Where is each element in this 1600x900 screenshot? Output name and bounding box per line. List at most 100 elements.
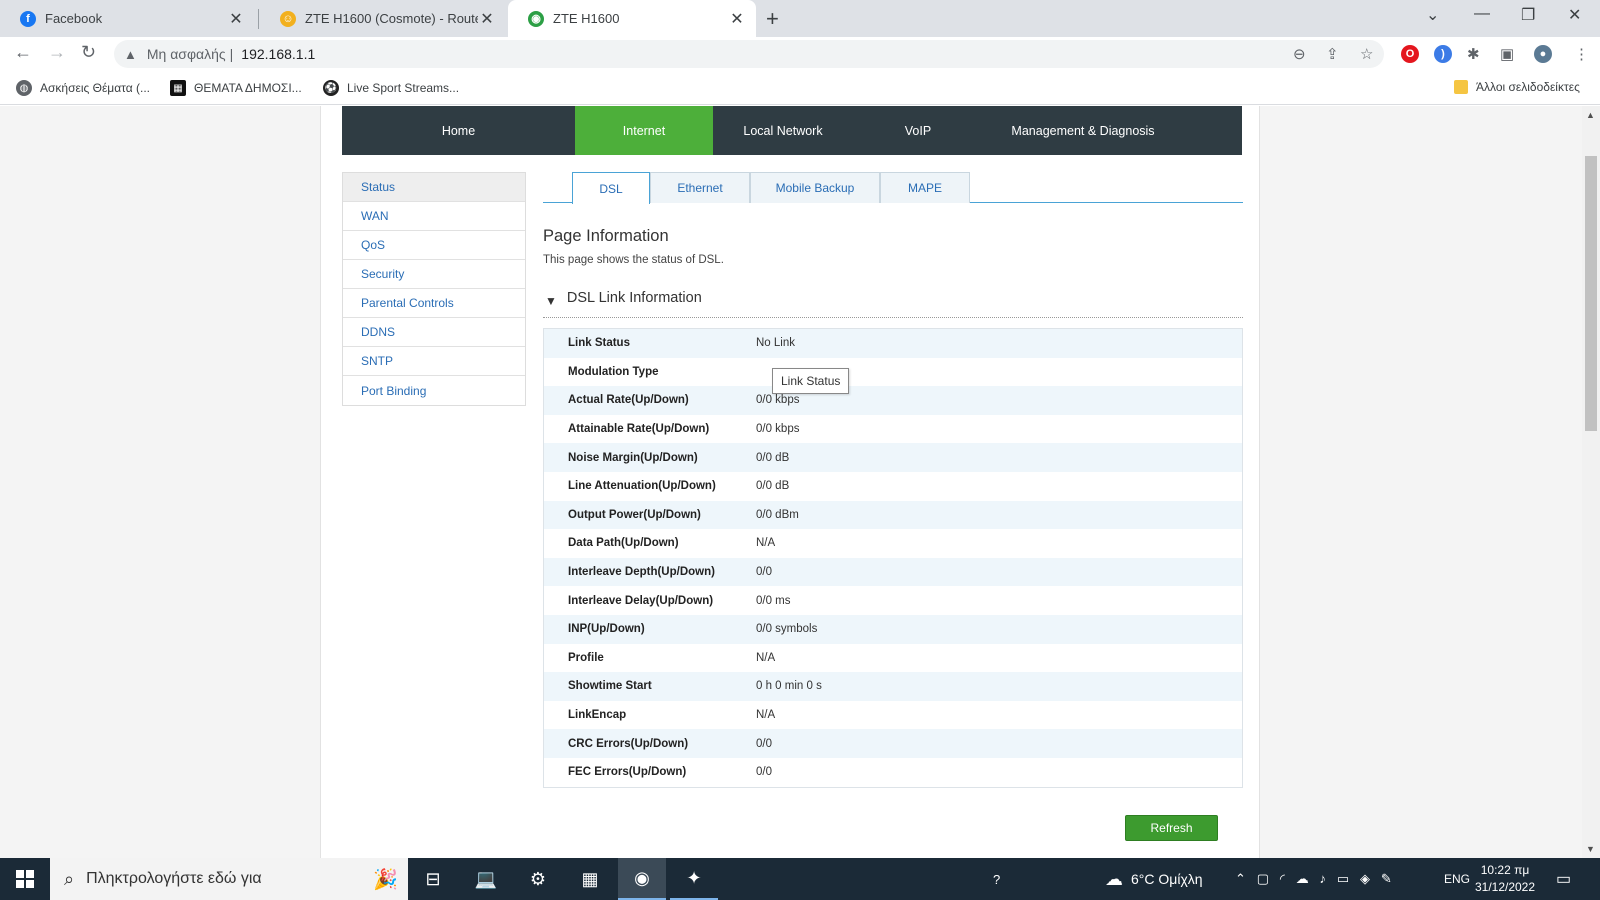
scroll-thumb[interactable] [1585, 156, 1597, 431]
tab-mobile-backup[interactable]: Mobile Backup [750, 172, 880, 203]
opera-extension-icon[interactable]: O [1401, 45, 1419, 63]
close-icon[interactable]: ✕ [478, 9, 496, 29]
windows-logo-icon [16, 870, 34, 888]
refresh-button[interactable]: Refresh [1125, 815, 1218, 841]
nav-voip[interactable]: VoIP [853, 106, 983, 155]
language-indicator[interactable]: ENG [1444, 858, 1470, 900]
laptop-app-icon[interactable]: 💻 [462, 858, 510, 900]
table-row: Attainable Rate(Up/Down) 0/0 kbps [544, 415, 1242, 444]
bookmark-item[interactable]: ◍ Ασκήσεις Θέματα (... [16, 80, 150, 96]
page-viewport: Home Internet Local Network VoIP Managem… [0, 106, 1582, 858]
tab-dsl[interactable]: DSL [572, 172, 650, 204]
search-icon: ⌕ [64, 868, 75, 889]
task-view-icon[interactable]: ⊟ [409, 858, 457, 900]
row-label: Noise Margin(Up/Down) [568, 451, 698, 464]
weather-widget[interactable]: ☁ 6°C Ομίχλη [1105, 858, 1203, 900]
scroll-up-icon[interactable]: ▲ [1586, 110, 1595, 120]
tab-separator [258, 9, 259, 29]
close-icon[interactable]: ✕ [728, 9, 746, 29]
extensions-puzzle-icon[interactable]: ✱ [1467, 45, 1480, 63]
extension-icon[interactable]: ) [1434, 45, 1452, 63]
router-icon: ◉ [528, 10, 544, 27]
menu-sntp[interactable]: SNTP [343, 347, 525, 376]
menu-port-binding[interactable]: Port Binding [343, 376, 525, 405]
notifications-icon[interactable]: ▭ [1556, 858, 1571, 900]
calculator-icon[interactable]: ▦ [566, 858, 614, 900]
chrome-icon[interactable]: ◉ [618, 858, 666, 900]
browser-tab-strip: f Facebook ✕ ☺ ZTE H1600 (Cosmote) - Rou… [0, 0, 1600, 37]
restore-button[interactable]: ❐ [1521, 5, 1535, 25]
table-row: Interleave Depth(Up/Down) 0/0 [544, 557, 1242, 587]
menu-qos[interactable]: QoS [343, 231, 525, 260]
app-icon[interactable]: ✦ [670, 858, 718, 900]
row-value: 0/0 kbps [756, 394, 800, 407]
weather-text: 6°C Ομίχλη [1131, 871, 1203, 887]
address-bar[interactable]: ▲ Μη ασφαλής | 192.168.1.1 [114, 40, 1384, 68]
row-value: 0/0 [756, 737, 772, 750]
nav-internet[interactable]: Internet [575, 106, 713, 155]
tab-facebook[interactable]: f Facebook ✕ [0, 0, 255, 37]
forward-icon[interactable]: → [48, 42, 66, 63]
tray-icons[interactable]: ⌃ ▢ ◜ ☁ ♪ ▭ ◈ ✎ [1235, 858, 1392, 900]
url-text[interactable]: 192.168.1.1 [241, 46, 315, 62]
page-scrollbar[interactable]: ▲ ▼ [1582, 106, 1600, 858]
new-tab-button[interactable]: + [766, 6, 779, 32]
clock-date: 31/12/2022 [1474, 880, 1536, 894]
other-bookmarks[interactable]: Άλλοι σελιδοδείκτες [1454, 80, 1580, 94]
tab-zte-forum[interactable]: ☺ ZTE H1600 (Cosmote) - Routers - ✕ [260, 0, 506, 37]
site-icon: ▦ [170, 80, 186, 96]
clock[interactable]: 10:22 πμ 31/12/2022 [1474, 862, 1536, 896]
help-icon[interactable]: ? [993, 858, 1000, 900]
row-value: N/A [756, 537, 776, 550]
firework-illustration-icon: 🎉 [373, 868, 398, 891]
tab-title: Facebook [45, 11, 103, 26]
folder-icon [1454, 80, 1468, 94]
profile-avatar-icon[interactable]: ● [1534, 45, 1552, 63]
menu-kebab-icon[interactable]: ⋮ [1574, 45, 1589, 63]
start-button[interactable] [0, 858, 50, 900]
row-value: 0/0 ms [756, 594, 791, 607]
bookmark-star-icon[interactable]: ☆ [1360, 45, 1373, 63]
row-value: 0/0 kbps [756, 423, 800, 436]
close-icon[interactable]: ✕ [227, 9, 245, 29]
menu-wan[interactable]: WAN [343, 202, 525, 231]
taskbar-search[interactable]: ⌕ Πληκτρολογήστε εδώ για 🎉 [50, 858, 408, 900]
warning-icon[interactable]: ▲ [124, 47, 137, 62]
minimize-button[interactable]: — [1474, 5, 1490, 23]
tab-zte-h1600[interactable]: ◉ ZTE H1600 ✕ [508, 0, 756, 37]
page-title: Page Information [543, 227, 669, 245]
table-row: Interleave Delay(Up/Down) 0/0 ms [544, 586, 1242, 615]
facebook-icon: f [20, 10, 36, 27]
back-icon[interactable]: ← [14, 42, 32, 63]
tab-mape[interactable]: MAPE [880, 172, 970, 203]
scroll-down-icon[interactable]: ▼ [1586, 844, 1595, 854]
close-window-button[interactable]: ✕ [1568, 5, 1581, 25]
row-label: Line Attenuation(Up/Down) [568, 480, 716, 493]
menu-status[interactable]: Status [343, 173, 525, 202]
table-row: CRC Errors(Up/Down) 0/0 [544, 729, 1242, 758]
row-label: Link Status [568, 337, 630, 350]
row-value: N/A [756, 709, 776, 722]
tab-search-icon[interactable]: ⌄ [1426, 5, 1439, 25]
bookmark-item[interactable]: ▦ ΘΕΜΑΤΑ ΔΗΜΟΣΙ... [170, 80, 302, 96]
other-bookmarks-label: Άλλοι σελιδοδείκτες [1476, 80, 1580, 94]
row-label: Interleave Delay(Up/Down) [568, 594, 714, 607]
menu-security[interactable]: Security [343, 260, 525, 289]
zoom-icon[interactable]: ⊖ [1293, 45, 1306, 63]
nav-local-network[interactable]: Local Network [713, 106, 853, 155]
nav-home[interactable]: Home [342, 106, 575, 155]
section-header[interactable]: ▼ DSL Link Information [543, 290, 1243, 318]
menu-parental-controls[interactable]: Parental Controls [343, 289, 525, 318]
collapse-triangle-icon[interactable]: ▼ [545, 294, 557, 308]
settings-gear-icon[interactable]: ⚙ [514, 858, 562, 900]
reload-icon[interactable]: ↻ [81, 42, 96, 63]
search-placeholder: Πληκτρολογήστε εδώ για [86, 870, 262, 887]
router-page: Home Internet Local Network VoIP Managem… [320, 106, 1260, 858]
bookmark-item[interactable]: ⚽ Live Sport Streams... [323, 80, 459, 96]
tab-ethernet[interactable]: Ethernet [650, 172, 750, 203]
menu-ddns[interactable]: DDNS [343, 318, 525, 347]
nav-management-diagnosis[interactable]: Management & Diagnosis [983, 106, 1183, 155]
soccer-ball-icon: ⚽ [323, 80, 339, 96]
share-icon[interactable]: ⇪ [1326, 45, 1339, 63]
side-panel-icon[interactable]: ▣ [1500, 45, 1514, 63]
